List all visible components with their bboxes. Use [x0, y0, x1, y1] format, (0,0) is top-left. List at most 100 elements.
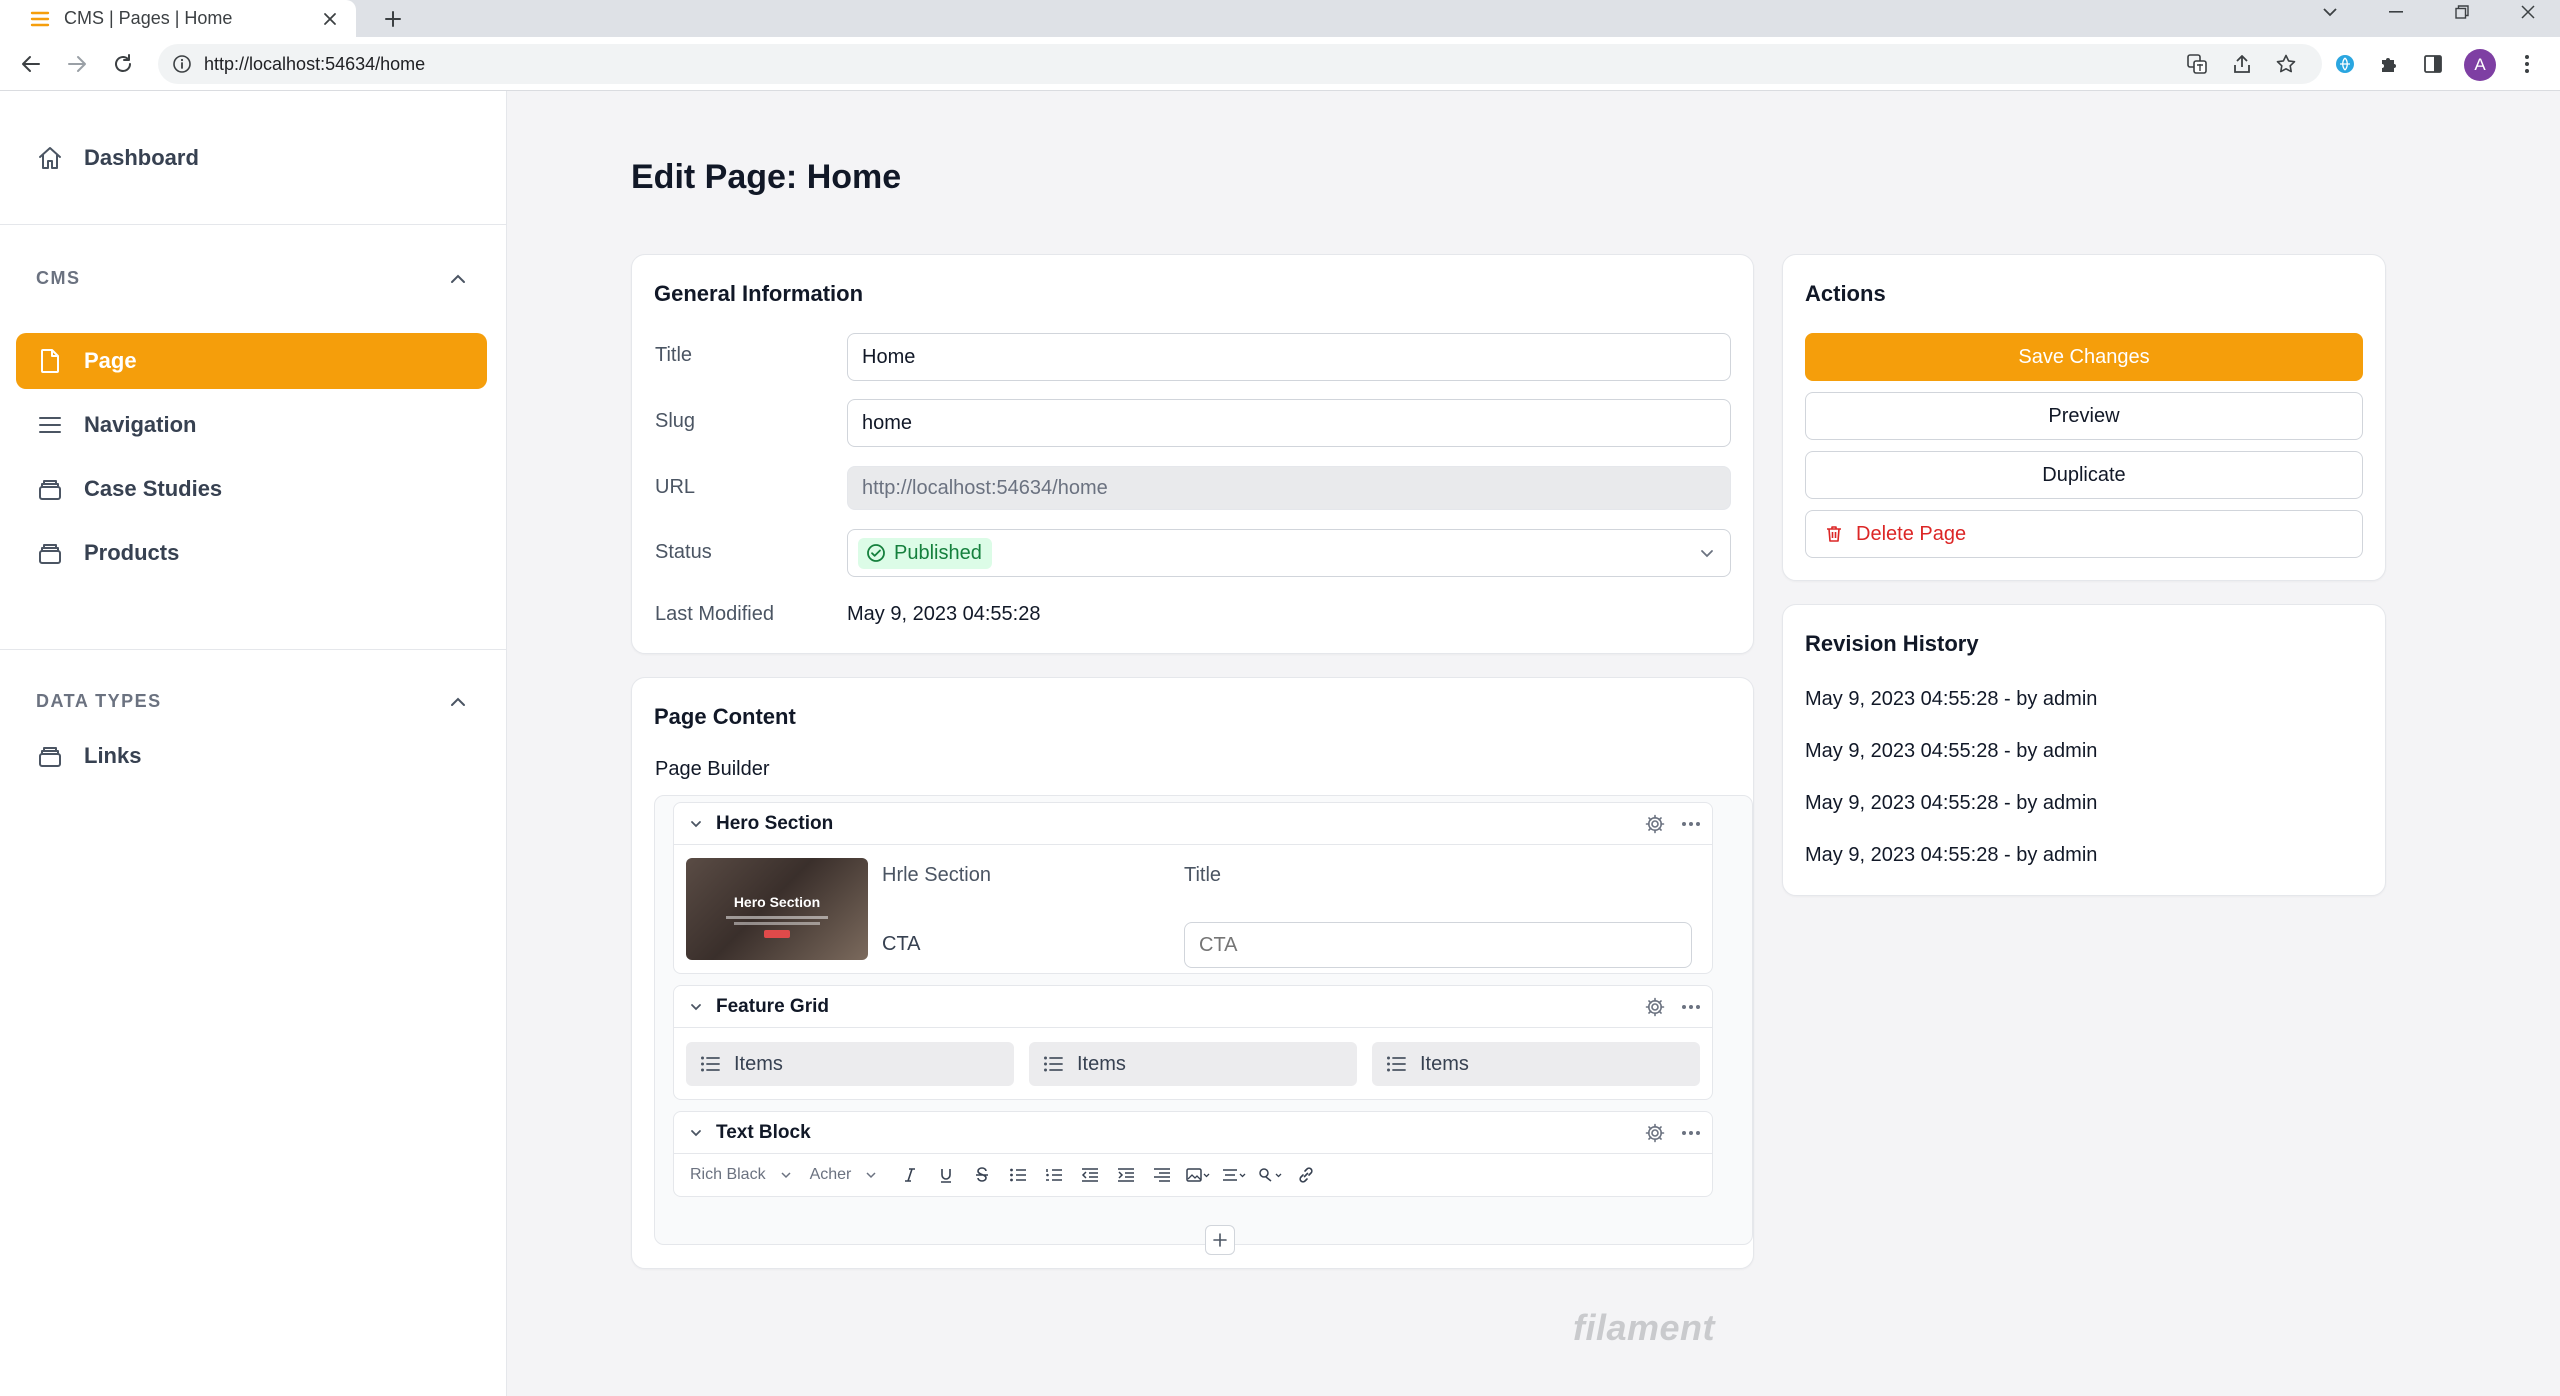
delete-page-button[interactable]: Delete Page: [1805, 510, 2363, 558]
more-options-icon[interactable]: [1676, 1118, 1706, 1148]
address-bar[interactable]: [158, 44, 2322, 84]
share-icon[interactable]: [2225, 47, 2259, 81]
text-block: Text Block Rich Black Acher: [673, 1111, 1713, 1197]
outdent-icon[interactable]: [1075, 1160, 1105, 1190]
more-options-icon[interactable]: [1676, 992, 1706, 1022]
collapse-data-types-icon[interactable]: [446, 690, 470, 714]
group-label-cms: CMS: [36, 268, 81, 288]
url-value: http://localhost:54634/home: [862, 476, 1108, 499]
duplicate-button[interactable]: Duplicate: [1805, 451, 2363, 499]
title-input[interactable]: [847, 333, 1731, 381]
more-options-icon[interactable]: [1676, 809, 1706, 839]
numbered-list-icon[interactable]: [1039, 1160, 1069, 1190]
block-header[interactable]: Hero Section: [674, 803, 1712, 845]
bullet-list-icon[interactable]: [1003, 1160, 1033, 1190]
minimize-icon[interactable]: [2376, 0, 2416, 24]
link-icon[interactable]: [1291, 1160, 1321, 1190]
slug-input[interactable]: [847, 399, 1731, 447]
revision-entry[interactable]: May 9, 2023 04:55:28 - by admin: [1805, 844, 2097, 867]
chevron-down-icon[interactable]: [686, 814, 706, 834]
align-right-icon[interactable]: [1147, 1160, 1177, 1190]
grid-items-button[interactable]: Items: [1029, 1042, 1357, 1086]
sidebar-item-dashboard[interactable]: Dashboard: [16, 130, 487, 186]
browser-menu-icon[interactable]: [2510, 47, 2544, 81]
save-changes-button[interactable]: Save Changes: [1805, 333, 2363, 381]
browser-tab[interactable]: CMS | Pages | Home: [0, 0, 356, 37]
image-icon[interactable]: [1183, 1160, 1213, 1190]
close-window-icon[interactable]: [2508, 0, 2548, 24]
block-header[interactable]: Feature Grid: [674, 986, 1712, 1028]
style-select-value: Acher: [809, 1166, 852, 1183]
gear-icon[interactable]: [1640, 809, 1670, 839]
align-icon[interactable]: [1219, 1160, 1249, 1190]
hero-preview-image: Hero Section: [686, 858, 868, 960]
forward-icon[interactable]: [60, 47, 94, 81]
revision-history-card: Revision History May 9, 2023 04:55:28 - …: [1782, 604, 2386, 896]
document-icon: [36, 347, 64, 375]
list-icon: [1387, 1056, 1406, 1072]
grid-items-button[interactable]: Items: [1372, 1042, 1700, 1086]
sidebar-divider: [0, 649, 507, 650]
revision-entry[interactable]: May 9, 2023 04:55:28 - by admin: [1805, 688, 2097, 711]
reload-icon[interactable]: [106, 47, 140, 81]
close-tab-icon[interactable]: [314, 3, 346, 35]
add-block-button[interactable]: [1205, 1225, 1235, 1255]
gear-icon[interactable]: [1640, 992, 1670, 1022]
bookmark-star-icon[interactable]: [2269, 47, 2303, 81]
style-select[interactable]: Acher: [810, 1166, 878, 1184]
gear-icon[interactable]: [1640, 1118, 1670, 1148]
extension-globe-icon[interactable]: [2328, 47, 2362, 81]
feature-grid-block: Feature Grid Items Items Items: [673, 985, 1713, 1100]
site-info-icon[interactable]: [172, 54, 192, 74]
status-badge: Published: [858, 537, 992, 569]
list-icon: [701, 1056, 720, 1072]
sidebar-item-products[interactable]: Products: [16, 525, 487, 581]
rich-text-toolbar: Rich Black Acher: [674, 1154, 1712, 1196]
thumb-title: Hero Section: [733, 894, 821, 910]
color-icon[interactable]: [1255, 1160, 1285, 1190]
sidebar-item-case-studies[interactable]: Case Studies: [16, 461, 487, 517]
title-label: Title: [655, 344, 693, 366]
font-select[interactable]: Rich Black: [690, 1166, 792, 1184]
side-panel-icon[interactable]: [2416, 47, 2450, 81]
delete-label: Delete Page: [1856, 522, 1967, 545]
collection-icon: [36, 475, 64, 503]
revision-entry[interactable]: May 9, 2023 04:55:28 - by admin: [1805, 740, 2097, 763]
strikethrough-icon[interactable]: [967, 1160, 997, 1190]
status-select[interactable]: Published: [847, 529, 1731, 577]
sidebar-item-links[interactable]: Links: [16, 728, 487, 784]
browser-toolbar: A: [0, 37, 2560, 91]
collection-icon: [36, 539, 64, 567]
tab-search-icon[interactable]: [2310, 0, 2350, 24]
sidebar-item-page[interactable]: Page: [16, 333, 487, 389]
last-modified-label: Last Modified: [655, 603, 774, 625]
indent-icon[interactable]: [1111, 1160, 1141, 1190]
card-title: Actions: [1805, 281, 1886, 306]
font-select-value: Rich Black: [690, 1166, 766, 1183]
collapse-cms-icon[interactable]: [446, 267, 470, 291]
new-tab-icon[interactable]: [376, 2, 410, 36]
hero-section-block: Hero Section Hero Section Hrle Section T…: [673, 802, 1713, 974]
collection-icon: [36, 742, 64, 770]
url-input[interactable]: [204, 53, 1704, 75]
grid-items-button[interactable]: Items: [686, 1042, 1014, 1086]
preview-button[interactable]: Preview: [1805, 392, 2363, 440]
block-header[interactable]: Text Block: [674, 1112, 1712, 1154]
back-icon[interactable]: [14, 47, 48, 81]
chevron-down-icon: [1698, 544, 1716, 562]
underline-icon[interactable]: [931, 1160, 961, 1190]
translate-icon[interactable]: [2180, 47, 2214, 81]
grid-item-label: Items: [734, 1052, 783, 1075]
sidebar: Dashboard CMS Page Navigation Case Studi…: [0, 91, 507, 1396]
sidebar-item-label: Products: [84, 540, 180, 565]
cta-input[interactable]: [1184, 922, 1692, 968]
chevron-down-icon[interactable]: [686, 997, 706, 1017]
chevron-down-icon[interactable]: [686, 1123, 706, 1143]
italic-icon[interactable]: [895, 1160, 925, 1190]
page-title: Edit Page: Home: [631, 158, 902, 196]
profile-avatar[interactable]: A: [2464, 49, 2496, 81]
sidebar-item-navigation[interactable]: Navigation: [16, 397, 487, 453]
restore-icon[interactable]: [2442, 0, 2482, 24]
extensions-puzzle-icon[interactable]: [2372, 47, 2406, 81]
revision-entry[interactable]: May 9, 2023 04:55:28 - by admin: [1805, 792, 2097, 815]
